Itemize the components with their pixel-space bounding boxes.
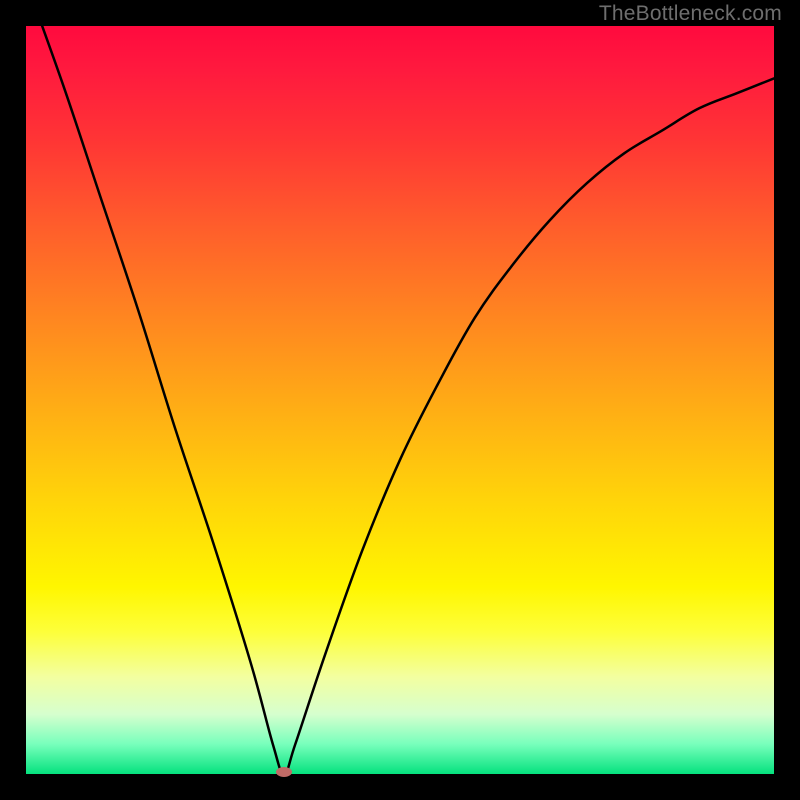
optimum-dot <box>276 767 292 777</box>
bottleneck-curve <box>26 26 774 774</box>
plot-area <box>26 26 774 774</box>
curve-path <box>26 26 774 774</box>
watermark-text: TheBottleneck.com <box>599 2 782 26</box>
chart-frame: TheBottleneck.com <box>0 0 800 800</box>
